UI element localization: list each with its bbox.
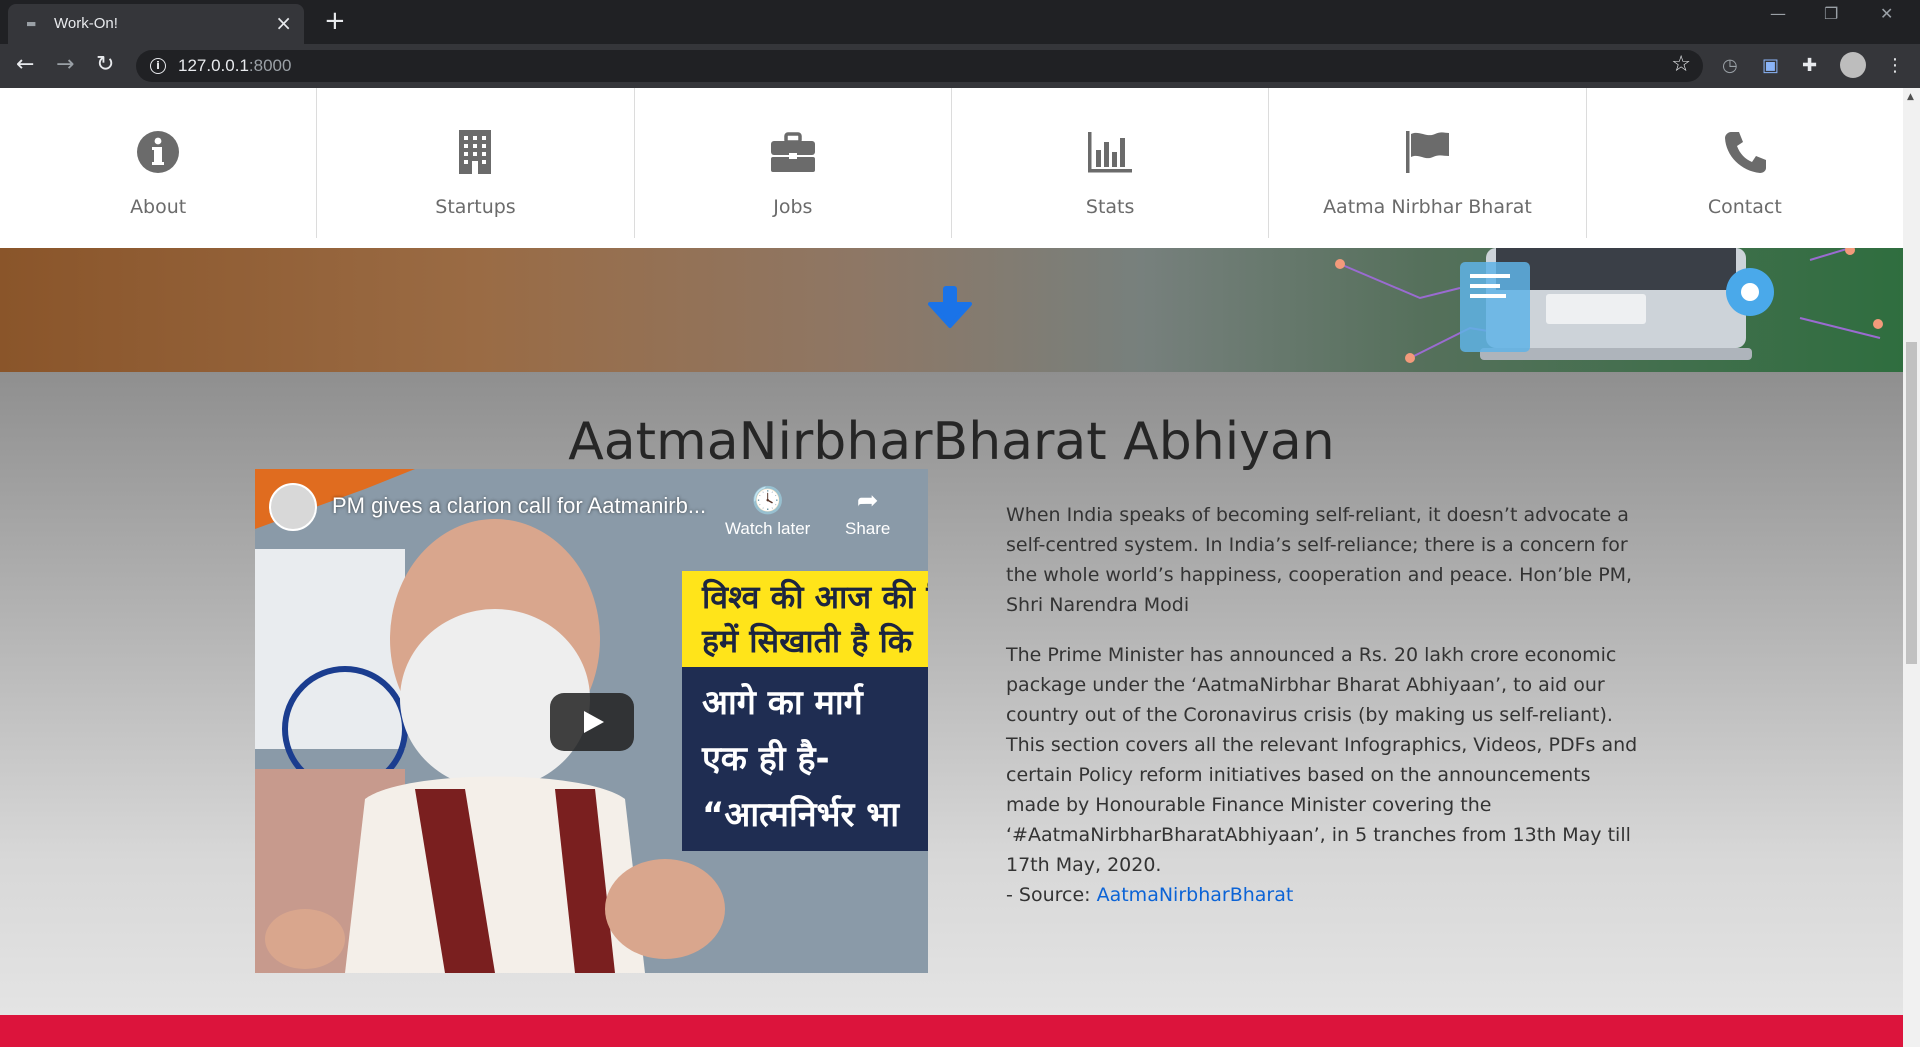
extension-icon[interactable]: ▣ — [1762, 54, 1779, 78]
hero-banner — [0, 248, 1903, 372]
nav-item-contact[interactable]: Contact — [1587, 88, 1903, 238]
history-clock-icon[interactable]: ◷ — [1722, 54, 1738, 78]
youtube-video-embed[interactable]: PM gives a clarion call for Aatmanirb...… — [255, 469, 928, 973]
nav-label-startups: Startups — [435, 196, 516, 218]
tab-title: Work-On! — [54, 15, 118, 32]
forward-icon[interactable]: → — [56, 52, 74, 78]
page-viewport: About Startups Jobs Stats Aatma Nirbhar … — [0, 88, 1903, 1047]
menu-kebab-icon[interactable]: ⋮ — [1886, 54, 1904, 78]
address-bar[interactable]: i 127.0.0.1:8000 ☆ — [136, 50, 1703, 82]
phone-icon — [1724, 132, 1766, 173]
profile-avatar[interactable] — [1840, 52, 1866, 78]
scrollbar-thumb[interactable] — [1906, 342, 1917, 664]
bookmark-star-icon[interactable]: ☆ — [1671, 52, 1691, 77]
source-line: - Source: AatmaNirbharBharat — [1006, 884, 1294, 906]
info-paragraph: The Prime Minister has announced a Rs. 2… — [1006, 644, 1638, 876]
nav-label-aatma-nirbhar-bharat: Aatma Nirbhar Bharat — [1323, 196, 1532, 218]
footer-bar — [0, 1015, 1903, 1047]
scroll-up-icon[interactable]: ▲ — [1907, 92, 1914, 102]
briefcase-icon — [770, 132, 815, 172]
info-icon — [137, 131, 180, 173]
flag-icon — [1406, 131, 1450, 173]
nav-label-contact: Contact — [1707, 196, 1782, 218]
laptop-illustration — [1335, 248, 1883, 363]
channel-avatar[interactable] — [269, 483, 317, 531]
play-button[interactable] — [550, 693, 634, 751]
new-tab-button[interactable]: + — [324, 6, 346, 36]
nav-label-about: About — [130, 196, 187, 218]
minimize-button[interactable]: — — [1770, 4, 1786, 23]
back-icon[interactable]: ← — [16, 52, 34, 78]
nav-label-jobs: Jobs — [773, 196, 813, 218]
quote-paragraph: When India speaks of becoming self-relia… — [1006, 504, 1633, 616]
close-window-button[interactable]: ✕ — [1880, 4, 1893, 23]
video-hindi-text: विश्व की आज की सिहमें सिखाती है कि आगे क… — [682, 571, 928, 851]
page-scrollbar[interactable]: ▲ — [1903, 88, 1920, 1047]
aatmanirbhar-section: AatmaNirbharBharat Abhiyan PM gives a cl… — [0, 372, 1903, 1015]
section-description: When India speaks of becoming self-relia… — [1006, 500, 1646, 910]
reload-icon[interactable]: ↻ — [96, 52, 114, 78]
browser-toolbar: ← → ↻ i 127.0.0.1:8000 ☆ ◷ ▣ ✚ ⋮ — [0, 44, 1920, 88]
bar-chart-icon — [1088, 132, 1133, 173]
feature-nav-grid: About Startups Jobs Stats Aatma Nirbhar … — [0, 88, 1903, 238]
browser-tab-strip: ▬ Work-On! × + — ❐ ✕ — [0, 0, 1920, 44]
nav-item-about[interactable]: About — [0, 88, 318, 238]
nav-item-aatma-nirbhar-bharat[interactable]: Aatma Nirbhar Bharat — [1269, 88, 1587, 238]
share-arrow-icon: ➦ — [856, 485, 879, 515]
source-link[interactable]: AatmaNirbharBharat — [1097, 884, 1294, 906]
extensions-puzzle-icon[interactable]: ✚ — [1802, 54, 1817, 78]
building-icon — [459, 130, 492, 174]
browser-tab[interactable]: ▬ Work-On! × — [8, 4, 304, 44]
tab-close-icon[interactable]: × — [275, 12, 292, 34]
restore-button[interactable]: ❐ — [1824, 4, 1838, 23]
url-text[interactable]: 127.0.0.1:8000 — [178, 56, 291, 76]
site-info-icon[interactable]: i — [150, 58, 166, 74]
arrow-down-icon[interactable] — [928, 284, 972, 330]
nav-label-stats: Stats — [1085, 196, 1135, 218]
nav-item-startups[interactable]: Startups — [317, 88, 635, 238]
video-title[interactable]: PM gives a clarion call for Aatmanirb... — [332, 493, 706, 519]
watch-later-button[interactable]: 🕓 Watch later — [725, 485, 810, 539]
nav-item-stats[interactable]: Stats — [952, 88, 1270, 238]
tab-favicon-icon: ▬ — [26, 17, 37, 30]
clock-icon: 🕓 — [751, 485, 784, 515]
share-button[interactable]: ➦ Share — [845, 485, 890, 539]
nav-item-jobs[interactable]: Jobs — [635, 88, 952, 238]
section-heading: AatmaNirbharBharat Abhiyan — [568, 412, 1335, 472]
